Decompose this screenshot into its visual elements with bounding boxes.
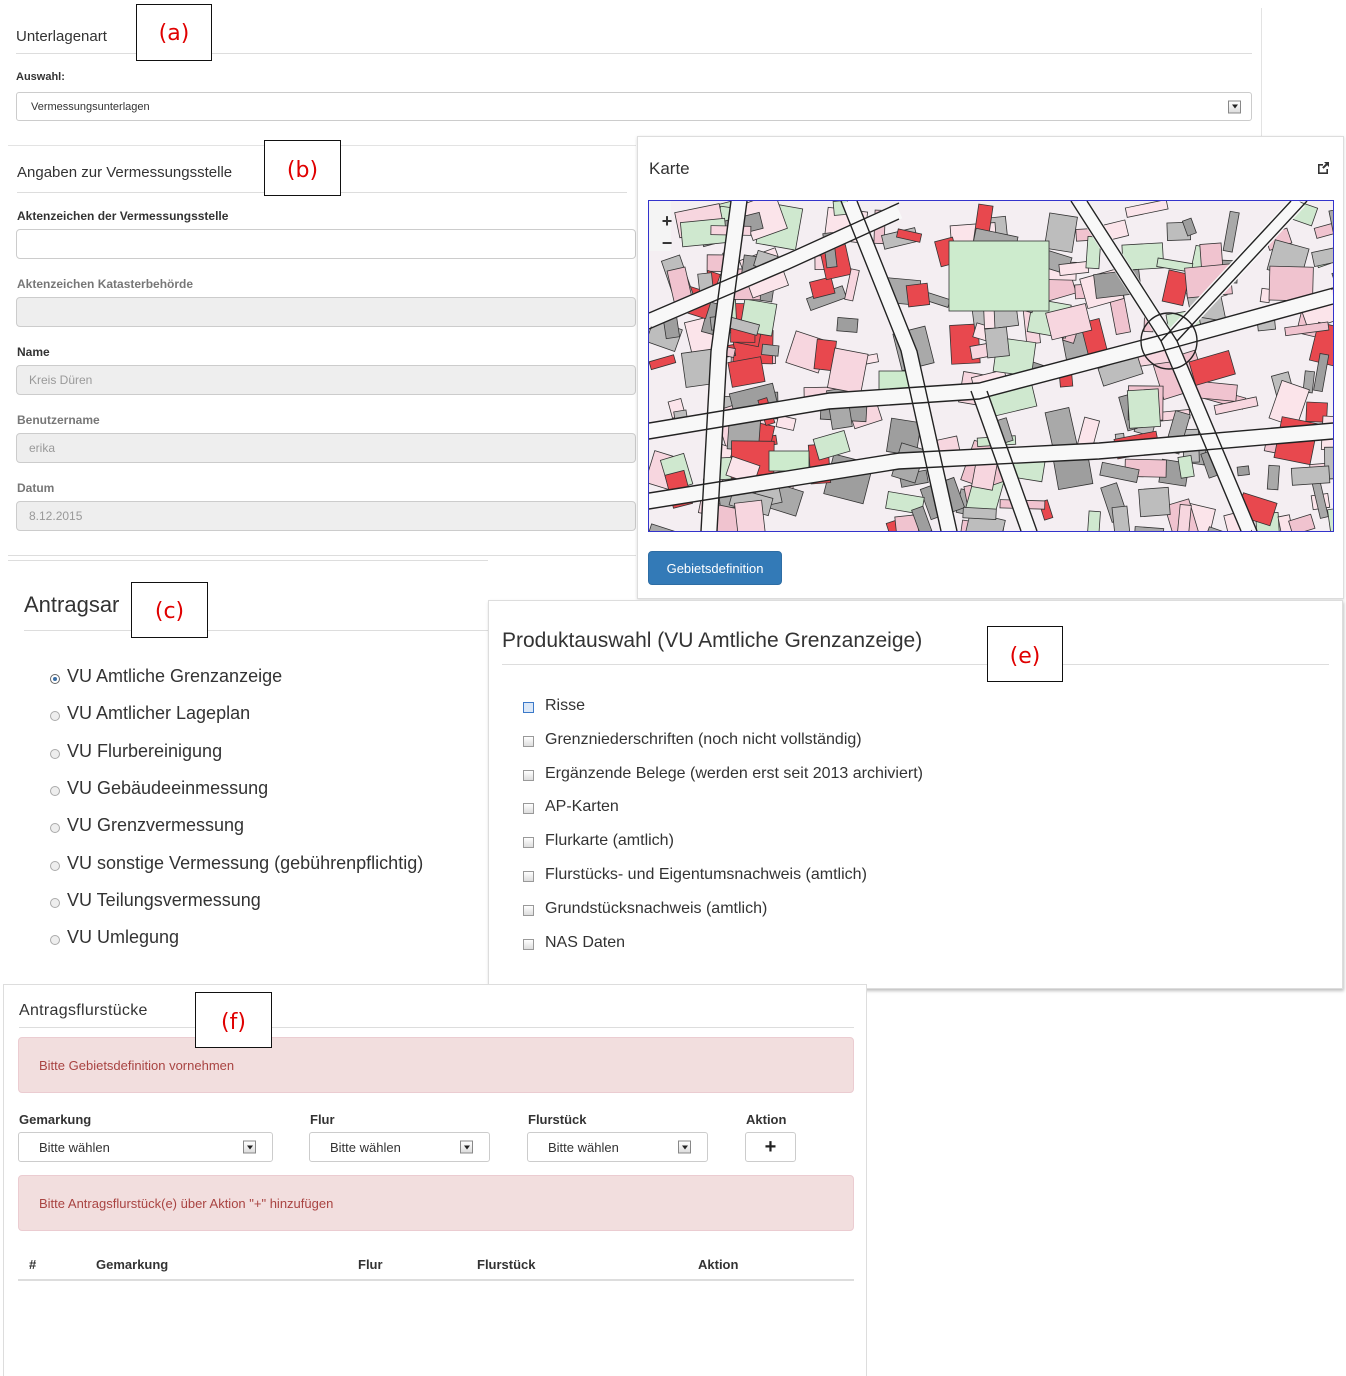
produktauswahl-title: Produktauswahl (VU Amtliche Grenzanzeige… xyxy=(502,629,923,652)
annotation-a: (a) xyxy=(136,4,212,61)
label-flur: Flur xyxy=(310,1112,335,1127)
table-header-gemarkung: Gemarkung xyxy=(96,1257,169,1272)
chevron-down-icon[interactable] xyxy=(243,1140,256,1154)
external-link-icon[interactable] xyxy=(1316,161,1330,175)
radio-label-antragsart-3[interactable]: VU Gebäudeeinmessung xyxy=(67,778,268,799)
checkbox-label-produkt-5[interactable]: Flurstücks- und Eigentumsnachweis (amtli… xyxy=(545,866,867,884)
annotation-c: (c) xyxy=(131,582,208,638)
checkbox-label-produkt-7[interactable]: NAS Daten xyxy=(545,934,625,952)
vermessungsstelle-title: Angaben zur Vermessungsstelle xyxy=(17,164,233,181)
label-aktion: Aktion xyxy=(746,1112,787,1127)
gebietsdefinition-button[interactable]: Gebietsdefinition xyxy=(648,551,782,585)
produktauswahl-divider xyxy=(502,664,1329,665)
radio-antragsart-6[interactable] xyxy=(50,897,60,908)
radio-antragsart-2[interactable] xyxy=(50,748,60,759)
radio-label-antragsart-6[interactable]: VU Teilungsvermessung xyxy=(67,890,261,911)
alert-gebietsdefinition: Bitte Gebietsdefinition vornehmen xyxy=(18,1037,854,1093)
alert-hinzufuegen-text: Bitte Antragsflurstück(e) über Aktion "+… xyxy=(39,1195,334,1211)
aktenzeichen-kb-input xyxy=(16,297,636,327)
alert-gebietsdefinition-text: Bitte Gebietsdefinition vornehmen xyxy=(39,1057,235,1073)
alert-hinzufuegen: Bitte Antragsflurstück(e) über Aktion "+… xyxy=(18,1175,854,1231)
radio-label-antragsart-1[interactable]: VU Amtlicher Lageplan xyxy=(67,703,250,724)
radio-label-antragsart-0[interactable]: VU Amtliche Grenzanzeige xyxy=(67,666,282,687)
flur-selected: Bitte wählen xyxy=(330,1139,401,1155)
unterlagenart-title: Unterlagenart xyxy=(16,28,107,45)
radio-label-antragsart-7[interactable]: VU Umlegung xyxy=(67,927,179,948)
zoom-out-button[interactable]: − xyxy=(659,234,675,252)
vermessungsstelle-panel: Angaben zur Vermessungsstelle Aktenzeich… xyxy=(8,145,636,556)
flur-select[interactable]: Bitte wählen xyxy=(309,1132,490,1162)
radio-antragsart-0[interactable] xyxy=(50,674,60,684)
table-header-index: # xyxy=(29,1257,37,1272)
checkbox-label-produkt-1[interactable]: Grenzniederschriften (noch nicht vollstä… xyxy=(545,731,862,749)
flurstueck-select[interactable]: Bitte wählen xyxy=(527,1132,708,1162)
annotation-f: (f) xyxy=(195,992,272,1048)
label-gemarkung: Gemarkung xyxy=(19,1112,92,1127)
radio-label-antragsart-4[interactable]: VU Grenzvermessung xyxy=(67,815,244,836)
chevron-down-icon[interactable] xyxy=(1228,100,1241,113)
table-header-rule xyxy=(18,1279,854,1281)
label-aktenzeichen-vs: Aktenzeichen der Vermessungsstelle xyxy=(17,209,229,223)
label-name: Name xyxy=(17,345,50,359)
table-header-flurstueck: Flurstück xyxy=(477,1257,536,1272)
antragsart-panel: Antragsar VU Amtliche Grenzanzeige VU Amt… xyxy=(8,560,488,984)
annotation-e: (e) xyxy=(987,626,1063,682)
plus-icon: + xyxy=(764,1136,777,1158)
chevron-down-icon[interactable] xyxy=(678,1140,691,1154)
checkbox-label-produkt-4[interactable]: Flurkarte (amtlich) xyxy=(545,832,674,850)
antragsflurstuecke-title: Antragsflurstücke xyxy=(19,1002,148,1019)
label-aktenzeichen-kb: Aktenzeichen Katasterbehörde xyxy=(17,277,194,291)
checkbox-produkt-6[interactable] xyxy=(523,904,534,916)
benutzername-input: erika xyxy=(16,433,636,463)
antragsart-title: Antragsar xyxy=(24,592,120,617)
table-header-flur: Flur xyxy=(358,1257,383,1272)
datum-input: 8.12.2015 xyxy=(16,501,636,531)
checkbox-label-produkt-2[interactable]: Ergänzende Belege (werden erst seit 2013… xyxy=(545,765,923,783)
checkbox-produkt-5[interactable] xyxy=(523,871,534,882)
checkbox-label-produkt-6[interactable]: Grundstücksnachweis (amtlich) xyxy=(545,900,767,918)
radio-antragsart-7[interactable] xyxy=(50,935,60,946)
chevron-down-icon[interactable] xyxy=(460,1140,473,1154)
add-flurstueck-button[interactable]: + xyxy=(745,1132,796,1162)
checkbox-produkt-0[interactable] xyxy=(523,702,534,713)
checkbox-produkt-7[interactable] xyxy=(523,938,534,950)
radio-antragsart-5[interactable] xyxy=(50,860,60,871)
annotation-b: (b) xyxy=(264,140,341,196)
label-benutzername: Benutzername xyxy=(17,413,100,427)
checkbox-produkt-4[interactable] xyxy=(523,837,534,849)
produktauswahl-panel: Produktauswahl (VU Amtliche Grenzanzeige… xyxy=(488,600,1343,989)
flurstueck-selected: Bitte wählen xyxy=(548,1139,619,1155)
radio-antragsart-1[interactable] xyxy=(50,711,60,722)
radio-label-antragsart-5[interactable]: VU sonstige Vermessung (gebührenpflichti… xyxy=(67,853,423,874)
unterlagenart-select[interactable]: Vermessungsunterlagen xyxy=(16,92,1252,121)
radio-antragsart-4[interactable] xyxy=(50,823,60,834)
map-canvas[interactable] xyxy=(649,201,1333,531)
checkbox-produkt-1[interactable] xyxy=(523,735,534,747)
label-datum: Datum xyxy=(17,481,55,495)
zoom-in-button[interactable]: + xyxy=(659,212,675,230)
antragsflurstuecke-divider xyxy=(19,1027,854,1028)
table-header-aktion: Aktion xyxy=(698,1257,739,1272)
label-flurstueck: Flurstück xyxy=(528,1112,587,1127)
auswahl-label: Auswahl: xyxy=(16,71,65,83)
karte-title: Karte xyxy=(649,159,690,178)
radio-antragsart-3[interactable] xyxy=(50,785,60,796)
radio-label-antragsart-2[interactable]: VU Flurbereinigung xyxy=(67,741,222,762)
karte-panel: Karte + − Gebietsdefinition xyxy=(637,136,1344,599)
checkbox-produkt-2[interactable] xyxy=(523,769,534,781)
checkbox-label-produkt-0[interactable]: Risse xyxy=(545,697,585,715)
checkbox-label-produkt-3[interactable]: AP-Karten xyxy=(545,798,619,816)
gemarkung-selected: Bitte wählen xyxy=(39,1139,110,1155)
gemarkung-select[interactable]: Bitte wählen xyxy=(18,1132,273,1162)
unterlagenart-selected: Vermessungsunterlagen xyxy=(31,100,150,113)
aktenzeichen-vs-input[interactable] xyxy=(16,229,636,259)
name-input: Kreis Düren xyxy=(16,365,636,395)
checkbox-produkt-3[interactable] xyxy=(523,803,534,815)
antragsflurstuecke-panel: Antragsflurstücke Bitte Gebietsdefinitio… xyxy=(3,984,867,1376)
map-view[interactable]: + − xyxy=(648,200,1334,532)
antragsart-divider xyxy=(24,630,488,631)
